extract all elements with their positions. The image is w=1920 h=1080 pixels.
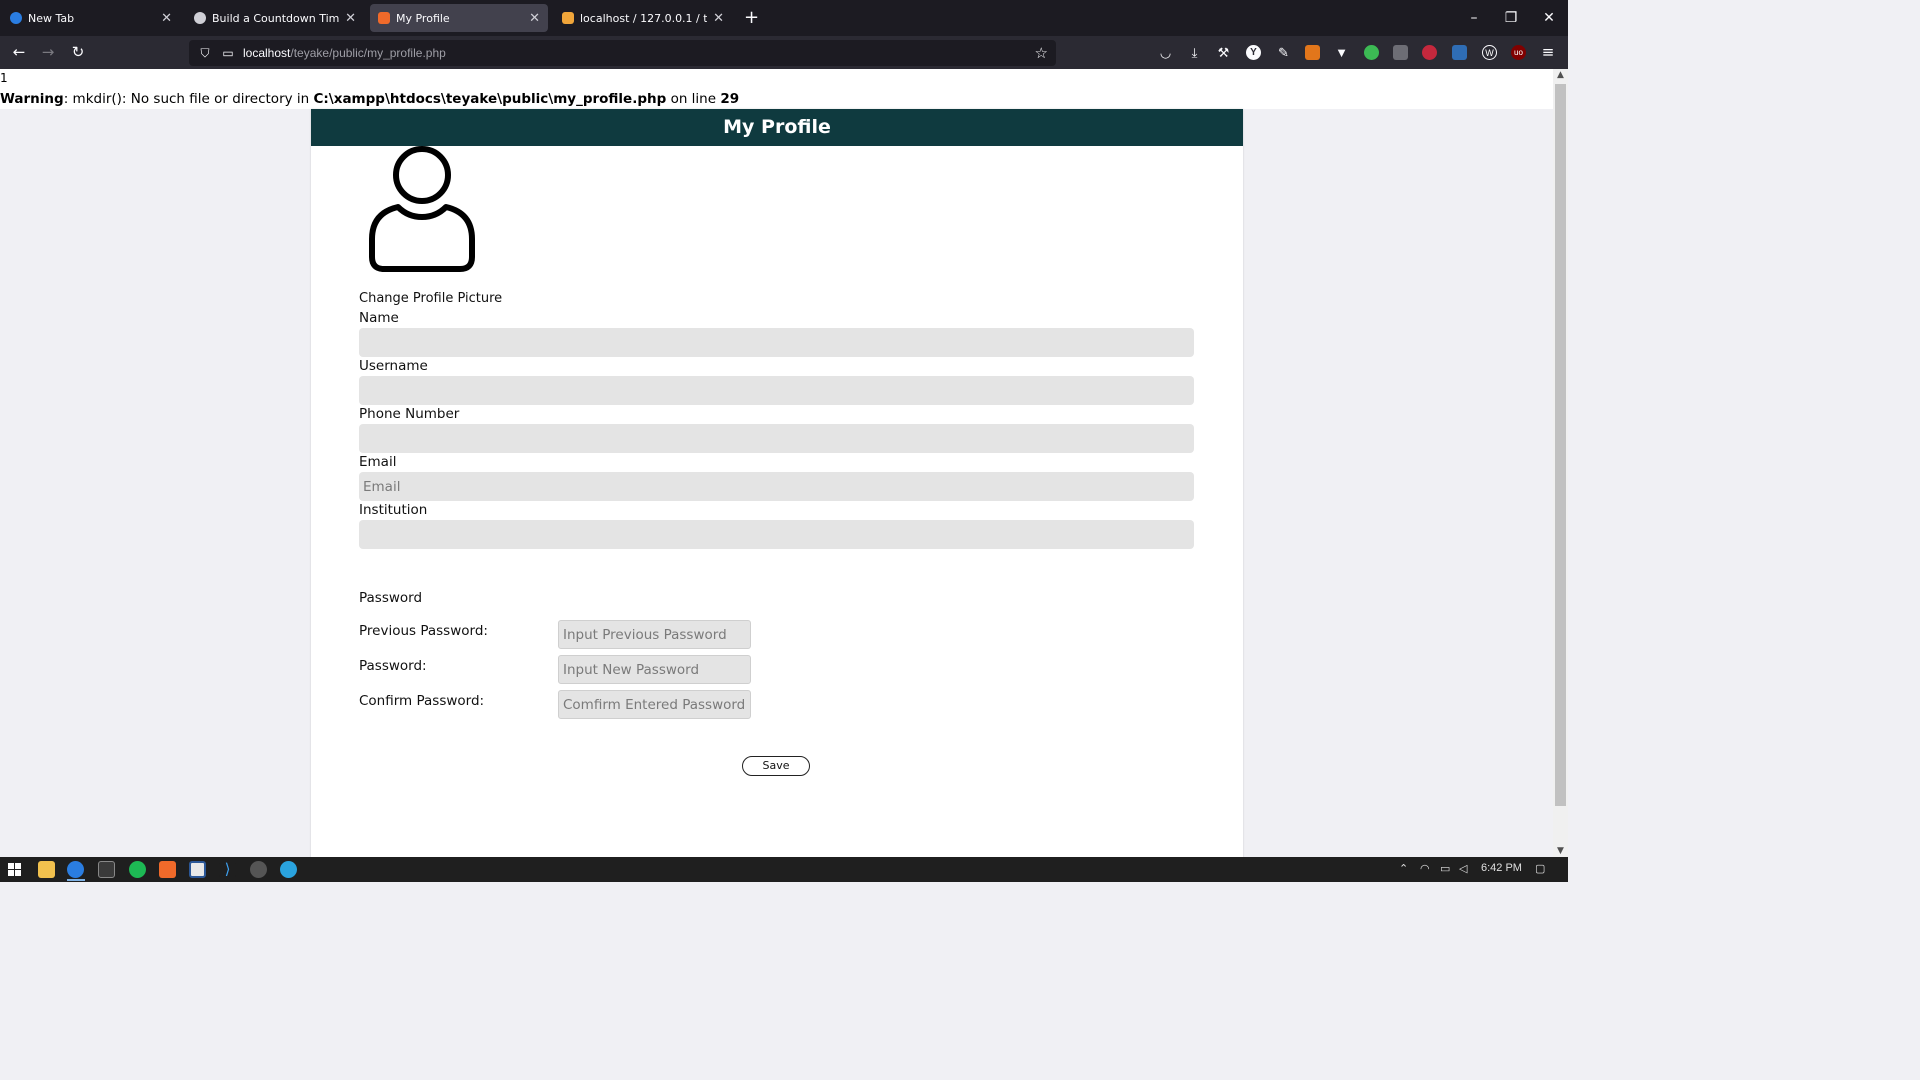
shield-icon[interactable]: ⛉ (198, 46, 212, 61)
battery-icon[interactable]: ▭ (1440, 862, 1450, 875)
ublock-origin-icon[interactable]: uo (1511, 45, 1526, 60)
extension-icon[interactable] (1422, 45, 1437, 60)
downloads-icon[interactable]: ⤓ (1187, 45, 1202, 60)
profile-card: My Profile Change Profile Picture Name U… (311, 109, 1243, 857)
username-label: Username (359, 358, 428, 374)
institution-field[interactable] (359, 520, 1194, 549)
user-avatar-icon[interactable] (368, 145, 476, 273)
github-desktop-icon[interactable] (250, 861, 267, 878)
wifi-icon[interactable]: ◠ (1420, 862, 1430, 875)
metamask-icon[interactable] (1305, 45, 1320, 60)
windows-taskbar: ⟩ ⌃ ◠ ▭ ◁ 6:42 PM ▢ (0, 857, 1568, 882)
tab-phpmyadmin[interactable]: localhost / 127.0.0.1 / teyake / e ✕ (554, 4, 732, 32)
hamburger-menu-icon[interactable]: ≡ (1538, 43, 1558, 61)
previous-password-field[interactable] (558, 620, 751, 649)
notifications-icon[interactable]: ▢ (1535, 862, 1545, 875)
page-title: My Profile (311, 109, 1243, 146)
restore-icon[interactable]: ❐ (1501, 9, 1521, 27)
calculator-icon[interactable] (98, 861, 115, 878)
phone-number-field[interactable] (359, 424, 1194, 453)
warning-on-line: on line (666, 91, 721, 107)
phone-number-label: Phone Number (359, 406, 460, 422)
file-explorer-icon[interactable] (38, 861, 55, 878)
notepad-icon[interactable] (189, 861, 206, 878)
site-favicon-icon (194, 12, 206, 24)
back-arrow-icon[interactable]: ← (9, 43, 29, 61)
change-profile-picture-link[interactable]: Change Profile Picture (359, 291, 502, 306)
spotify-icon[interactable] (129, 861, 146, 878)
close-tab-icon[interactable]: ✕ (529, 12, 540, 25)
password-section-label: Password (359, 590, 423, 606)
pencil-icon[interactable]: ✎ (1276, 45, 1291, 60)
forward-arrow-icon[interactable]: → (38, 43, 58, 61)
phpmyadmin-favicon-icon (562, 12, 574, 24)
firefox-taskbar-icon[interactable] (67, 861, 84, 878)
tab-title: localhost / 127.0.0.1 / teyake / e (580, 11, 708, 25)
warning-text: : mkdir(): No such file or directory in (63, 91, 314, 107)
reload-icon[interactable]: ↻ (68, 43, 88, 61)
bookmark-star-icon[interactable]: ☆ (1035, 44, 1048, 62)
url-text[interactable]: localhost/teyake/public/my_profile.php (243, 46, 446, 60)
clock[interactable]: 6:42 PM (1481, 862, 1522, 874)
close-tab-icon[interactable]: ✕ (345, 12, 356, 25)
institution-label: Institution (359, 502, 428, 518)
name-label: Name (359, 310, 399, 326)
wappalyzer-icon[interactable]: W (1482, 45, 1497, 60)
new-tab-plus-icon[interactable]: + (744, 9, 759, 27)
xampp-icon[interactable] (159, 861, 176, 878)
volume-icon[interactable]: ◁ (1459, 862, 1467, 875)
tab-title: New Tab (28, 11, 75, 25)
stray-output: 1 (0, 71, 8, 85)
confirm-password-label: Confirm Password: (359, 693, 485, 709)
confirm-password-field[interactable] (558, 690, 751, 719)
tab-title: My Profile (396, 11, 450, 25)
yoroi-extension-icon[interactable]: Y (1246, 45, 1261, 60)
php-warning-area: 1 Warning: mkdir(): No such file or dire… (0, 69, 1553, 109)
telegram-icon[interactable] (280, 861, 297, 878)
xampp-favicon-icon (378, 12, 390, 24)
tab-title: Build a Countdown Timer in Jus (212, 11, 340, 25)
tab-my-profile[interactable]: My Profile ✕ (370, 4, 548, 32)
active-app-indicator (67, 879, 85, 881)
close-tab-icon[interactable]: ✕ (161, 12, 172, 25)
new-password-field[interactable] (558, 655, 751, 684)
address-bar[interactable]: ⛉ ▭ localhost/teyake/public/my_profile.p… (189, 40, 1056, 66)
email-field[interactable] (359, 472, 1194, 501)
warning-label: Warning (0, 91, 64, 107)
pocket-icon[interactable]: ◡ (1158, 45, 1173, 60)
page-icon: ▭ (222, 46, 234, 60)
chrome-style-icon[interactable] (1364, 45, 1379, 60)
vertical-scrollbar[interactable]: ▲ ▼ (1553, 69, 1568, 857)
close-window-icon[interactable]: ✕ (1539, 9, 1559, 27)
minimize-icon[interactable]: – (1464, 9, 1484, 27)
tab-countdown-timer[interactable]: Build a Countdown Timer in Jus ✕ (186, 4, 364, 32)
url-host: localhost (243, 46, 291, 60)
windows-start-icon[interactable] (8, 863, 22, 877)
tab-strip: New Tab ✕ Build a Countdown Timer in Jus… (0, 0, 1568, 36)
new-password-label: Password: (359, 658, 427, 674)
name-field[interactable] (359, 328, 1194, 357)
news-extension-icon[interactable] (1452, 45, 1467, 60)
page-viewport: 1 Warning: mkdir(): No such file or dire… (0, 69, 1553, 857)
tray-chevron-icon[interactable]: ⌃ (1399, 862, 1408, 875)
url-path: /teyake/public/my_profile.php (290, 46, 446, 60)
scroll-down-arrow-icon[interactable]: ▼ (1553, 846, 1568, 856)
vscode-icon[interactable]: ⟩ (219, 861, 236, 878)
php-warning-message: Warning: mkdir(): No such file or direct… (0, 91, 739, 107)
scrollbar-thumb[interactable] (1555, 84, 1566, 806)
username-field[interactable] (359, 376, 1194, 405)
previous-password-label: Previous Password: (359, 623, 488, 639)
email-label: Email (359, 454, 397, 470)
translate-icon[interactable] (1393, 45, 1408, 60)
scroll-up-arrow-icon[interactable]: ▲ (1553, 70, 1568, 80)
warning-line-number: 29 (720, 91, 740, 107)
close-tab-icon[interactable]: ✕ (713, 12, 724, 25)
tab-new-tab[interactable]: New Tab ✕ (2, 4, 180, 32)
wrench-icon[interactable]: ⚒ (1216, 45, 1231, 60)
vue-devtools-icon[interactable]: ▼ (1334, 45, 1349, 60)
warning-file-path: C:\xampp\htdocs\teyake\public\my_profile… (313, 91, 667, 107)
navigation-toolbar: ← → ↻ ⛉ ▭ localhost/teyake/public/my_pro… (0, 36, 1568, 69)
save-button[interactable]: Save (742, 756, 810, 776)
firefox-icon (10, 12, 22, 24)
